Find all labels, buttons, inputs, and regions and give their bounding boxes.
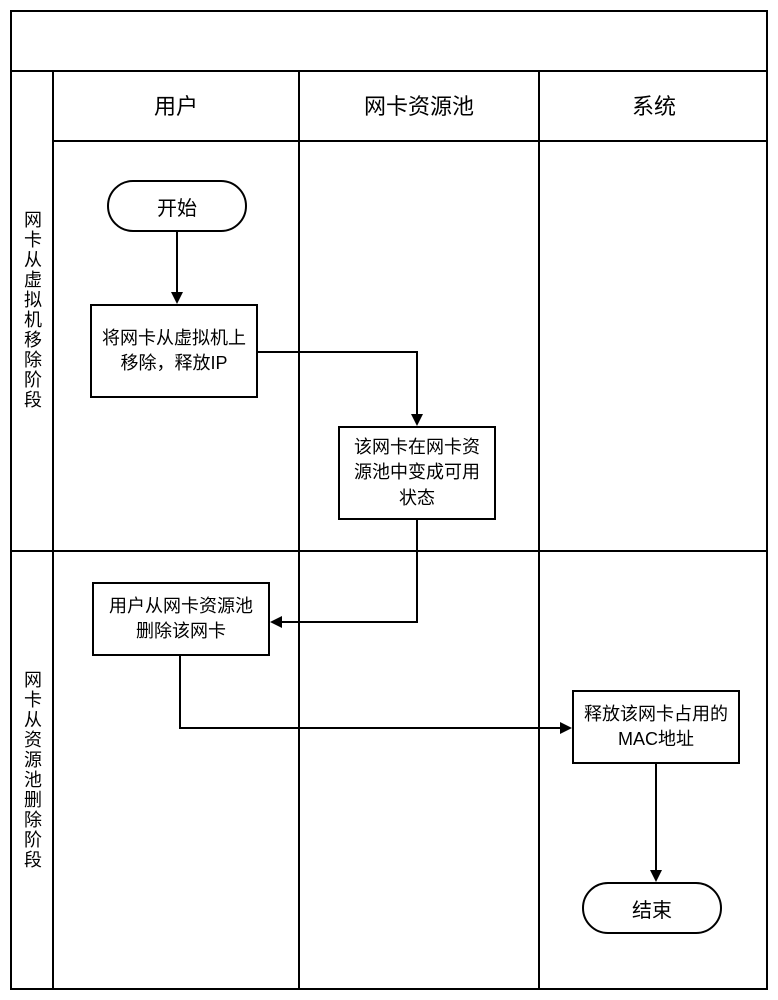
release-mac-process: 释放该网卡占用的MAC地址 [572, 690, 740, 764]
phase-label-1: 网卡从虚拟机移除阶段 [12, 70, 52, 550]
pool-available-process: 该网卡在网卡资源池中变成可用状态 [338, 426, 496, 520]
phase-label-2: 网卡从资源池删除阶段 [12, 552, 52, 988]
remove-from-vm-process: 将网卡从虚拟机上移除，释放IP [90, 304, 258, 398]
start-terminator: 开始 [107, 180, 247, 232]
column-divider-2 [538, 70, 540, 988]
column-header-pool: 网卡资源池 [300, 70, 538, 140]
end-terminator: 结束 [582, 882, 722, 934]
diagram-frame: 用户 网卡资源池 系统 网卡从虚拟机移除阶段 网卡从资源池删除阶段 开始 将网卡… [10, 10, 768, 990]
phase-divider [12, 550, 766, 552]
user-delete-process: 用户从网卡资源池删除该网卡 [92, 582, 270, 656]
column-header-user: 用户 [54, 70, 298, 140]
column-header-system: 系统 [540, 70, 768, 140]
phase-column-divider [52, 70, 54, 988]
header-divider [52, 140, 766, 142]
column-divider-1 [298, 70, 300, 988]
